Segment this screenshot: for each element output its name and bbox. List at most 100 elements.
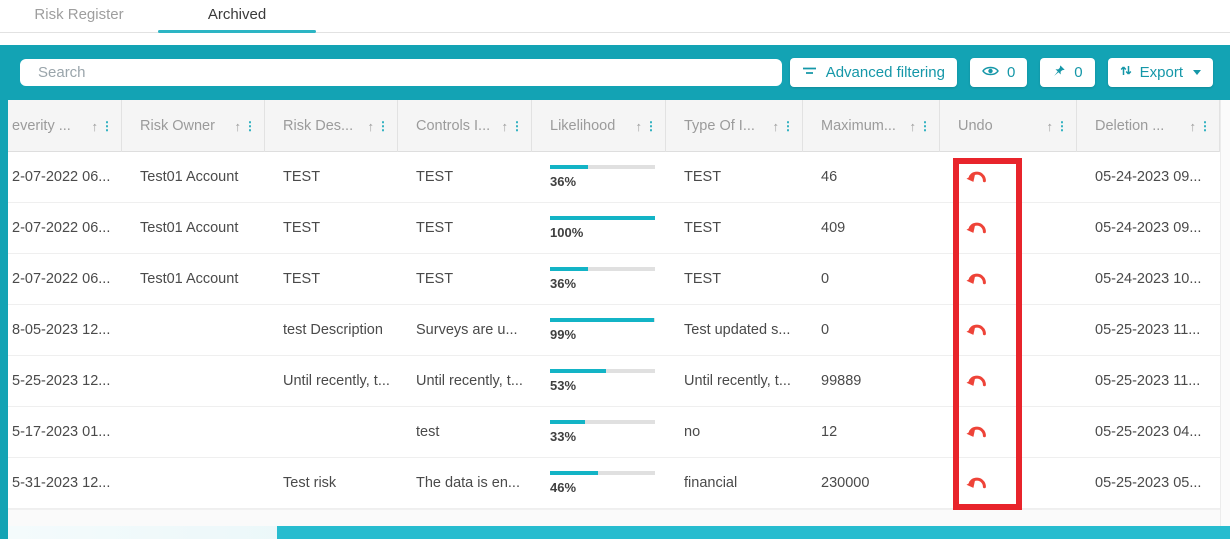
sort-arrow-icon[interactable]: ↑ [910, 119, 917, 134]
cell-maximum: 0 [803, 254, 940, 304]
column-menu-icon[interactable]: ⋮ [377, 119, 389, 133]
column-menu-icon[interactable]: ⋮ [1056, 119, 1068, 133]
likelihood-bar-track [550, 318, 655, 322]
undo-button[interactable] [962, 318, 992, 343]
cell-likelihood: 36% [532, 254, 666, 304]
cell-risk-description: test Description [265, 305, 398, 355]
search-input[interactable] [20, 59, 782, 86]
column-header-icons: ↑⋮ [773, 119, 795, 134]
column-menu-icon[interactable]: ⋮ [244, 119, 256, 133]
table-body: 2-07-2022 06...Test01 AccountTESTTEST36%… [8, 152, 1230, 509]
export-button[interactable]: Export [1108, 58, 1213, 87]
likelihood-bar-track [550, 420, 655, 424]
cell-severity: 2-07-2022 06... [8, 203, 122, 253]
cell-deletion-date: 05-24-2023 10... [1077, 254, 1220, 304]
horizontal-scrollbar-thumb[interactable] [277, 526, 1230, 539]
undo-icon [966, 271, 988, 288]
cell-deletion-date: 05-25-2023 05... [1077, 458, 1220, 508]
advanced-filtering-label: Advanced filtering [826, 64, 945, 81]
likelihood-bar-fill [550, 471, 598, 475]
undo-button[interactable] [962, 165, 992, 190]
undo-icon [966, 220, 988, 237]
cell-type-of-impact: TEST [666, 152, 803, 202]
undo-button[interactable] [962, 369, 992, 394]
column-header-likelihood[interactable]: Likelihood↑⋮ [532, 100, 666, 152]
table-row: 2-07-2022 06...Test01 AccountTESTTEST36%… [8, 254, 1230, 305]
advanced-filtering-button[interactable]: Advanced filtering [790, 58, 957, 87]
hidden-columns-count: 0 [1007, 64, 1015, 81]
hidden-columns-button[interactable]: 0 [970, 58, 1027, 87]
column-menu-icon[interactable]: ⋮ [101, 119, 113, 133]
undo-button[interactable] [962, 267, 992, 292]
cell-maximum: 230000 [803, 458, 940, 508]
cell-controls: Until recently, t... [398, 356, 532, 406]
likelihood-bar-track [550, 165, 655, 169]
cell-controls: Surveys are u... [398, 305, 532, 355]
column-header-severity[interactable]: everity ...↑⋮ [8, 100, 122, 152]
column-header-label: Undo [958, 118, 1047, 134]
column-header-undo[interactable]: Undo↑⋮ [940, 100, 1077, 152]
sort-arrow-icon[interactable]: ↑ [773, 119, 780, 134]
active-tab-indicator [158, 30, 316, 33]
cell-likelihood: 53% [532, 356, 666, 406]
undo-button[interactable] [962, 420, 992, 445]
undo-icon [966, 373, 988, 390]
sort-arrow-icon[interactable]: ↑ [636, 119, 643, 134]
cell-maximum: 12 [803, 407, 940, 457]
sort-arrow-icon[interactable]: ↑ [1190, 119, 1197, 134]
column-header-label: Maximum... [821, 118, 910, 134]
cell-risk-owner [122, 458, 265, 508]
pinned-columns-count: 0 [1074, 64, 1082, 81]
undo-button[interactable] [962, 216, 992, 241]
cell-deletion-date: 05-25-2023 04... [1077, 407, 1220, 457]
cell-undo [940, 305, 1077, 355]
tab-risk-register[interactable]: Risk Register [0, 0, 158, 32]
cell-risk-owner [122, 305, 265, 355]
column-menu-icon[interactable]: ⋮ [511, 119, 523, 133]
likelihood-bar-fill [550, 369, 606, 373]
sort-arrow-icon[interactable]: ↑ [1047, 119, 1054, 134]
cell-likelihood: 46% [532, 458, 666, 508]
tab-archived[interactable]: Archived [158, 0, 316, 32]
likelihood-bar-fill [550, 420, 585, 424]
column-header-deletion[interactable]: Deletion ...↑⋮ [1077, 100, 1220, 152]
cell-severity: 2-07-2022 06... [8, 152, 122, 202]
horizontal-scrollbar[interactable] [8, 526, 1230, 539]
column-menu-icon[interactable]: ⋮ [1199, 119, 1211, 133]
undo-icon [966, 322, 988, 339]
column-header-risk-description[interactable]: Risk Des...↑⋮ [265, 100, 398, 152]
toolbar-buttons: Advanced filtering 0 0 Export [790, 58, 1213, 87]
column-header-type-of-impact[interactable]: Type Of I...↑⋮ [666, 100, 803, 152]
cell-undo [940, 407, 1077, 457]
sort-arrow-icon[interactable]: ↑ [235, 119, 242, 134]
cell-maximum: 46 [803, 152, 940, 202]
column-menu-icon[interactable]: ⋮ [919, 119, 931, 133]
column-menu-icon[interactable]: ⋮ [645, 119, 657, 133]
cell-risk-owner: Test01 Account [122, 203, 265, 253]
sort-arrow-icon[interactable]: ↑ [502, 119, 509, 134]
column-header-icons: ↑⋮ [235, 119, 257, 134]
column-menu-icon[interactable]: ⋮ [782, 119, 794, 133]
cell-controls: The data is en... [398, 458, 532, 508]
cell-risk-description: TEST [265, 203, 398, 253]
sort-arrow-icon[interactable]: ↑ [368, 119, 375, 134]
cell-severity: 2-07-2022 06... [8, 254, 122, 304]
undo-button[interactable] [962, 471, 992, 496]
column-header-maximum[interactable]: Maximum...↑⋮ [803, 100, 940, 152]
column-header-icons: ↑⋮ [636, 119, 658, 134]
column-header-controls[interactable]: Controls I...↑⋮ [398, 100, 532, 152]
pinned-columns-button[interactable]: 0 [1040, 58, 1094, 87]
sort-arrow-icon[interactable]: ↑ [92, 119, 99, 134]
cell-risk-owner [122, 407, 265, 457]
column-header-risk-owner[interactable]: Risk Owner↑⋮ [122, 100, 265, 152]
column-header-label: Risk Des... [283, 118, 368, 134]
vertical-scrollbar[interactable] [1220, 100, 1230, 526]
cell-deletion-date: 05-25-2023 11... [1077, 305, 1220, 355]
column-header-icons: ↑⋮ [1190, 119, 1212, 134]
cell-risk-description: TEST [265, 152, 398, 202]
cell-risk-description: Until recently, t... [265, 356, 398, 406]
cell-maximum: 0 [803, 305, 940, 355]
tab-bar: Risk Register Archived [0, 0, 1230, 33]
cell-severity: 8-05-2023 12... [8, 305, 122, 355]
export-arrows-icon [1120, 64, 1132, 81]
